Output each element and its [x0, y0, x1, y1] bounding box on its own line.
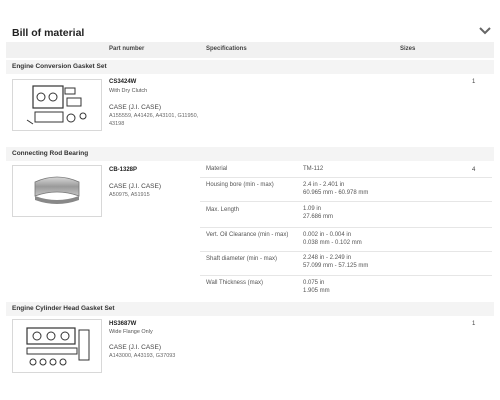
spec-value: 1.09 in	[303, 206, 322, 212]
part-description: With Dry Clutch	[109, 88, 148, 94]
reference-numbers-cont: 43198	[109, 121, 125, 127]
spec-label: Shaft diameter (min - max)	[206, 256, 278, 262]
header-specifications: Specifications	[206, 46, 247, 52]
part-number[interactable]: CB-1328P	[109, 167, 137, 173]
spec-row	[200, 202, 492, 228]
part-description: Wide Flange Only	[109, 329, 153, 335]
brand-label: CASE (J.I. CASE)	[109, 183, 162, 190]
part-number[interactable]: CS3424W	[109, 79, 136, 85]
spec-value: 0.075 in	[303, 280, 325, 286]
spec-label: Material	[206, 166, 228, 172]
brand-label: CASE (J.I. CASE)	[109, 344, 162, 351]
spec-value: 0.002 in - 0.004 in	[303, 232, 352, 238]
spec-label: Wall Thickness (max)	[206, 280, 264, 286]
spec-value-metric: 1.905 mm	[303, 288, 330, 294]
spec-label: Vert. Oil Clearance (min - max)	[206, 232, 289, 238]
quantity: 1	[472, 79, 476, 85]
part-number[interactable]: HS3687W	[109, 321, 136, 327]
bom-title: Bill of material	[12, 27, 85, 39]
spec-value: 2.248 in - 2.249 in	[303, 255, 352, 261]
spec-value-metric: 27.686 mm	[303, 214, 334, 220]
section-title: Engine Conversion Gasket Set	[12, 63, 107, 70]
header-sizes: Sizes	[400, 46, 416, 52]
reference-numbers: A143000, A43193, G37093	[109, 353, 176, 359]
spec-value: 2.4 in - 2.401 in	[303, 182, 345, 188]
section-title: Connecting Rod Bearing	[12, 150, 89, 157]
header-part-number: Part number	[109, 46, 145, 52]
brand-label: CASE (J.I. CASE)	[109, 104, 162, 111]
reference-numbers: A50975, A51915	[109, 192, 150, 198]
reference-numbers: A155559, A41426, A43101, G11950,	[109, 113, 199, 119]
spec-value-metric: 60.965 mm - 60.978 mm	[303, 190, 369, 196]
spec-value-metric: 57.099 mm - 57.125 mm	[303, 263, 369, 269]
spec-label: Max. Length	[206, 207, 240, 213]
part-image[interactable]	[12, 79, 102, 131]
spec-value-metric: 0.038 mm - 0.102 mm	[303, 240, 362, 246]
table-header	[6, 42, 494, 58]
chevron-down-icon[interactable]	[478, 24, 492, 36]
quantity: 1	[472, 321, 476, 327]
section-title: Engine Cylinder Head Gasket Set	[12, 305, 115, 312]
gasket-set-image	[26, 85, 87, 125]
part-image[interactable]	[12, 319, 102, 373]
spec-label: Housing bore (min - max)	[206, 182, 274, 188]
head-gasket-set-image	[26, 327, 90, 366]
spec-row	[200, 162, 492, 178]
bearing-image	[34, 176, 80, 204]
part-image[interactable]	[12, 165, 102, 217]
spec-value: TM-112	[303, 166, 324, 172]
